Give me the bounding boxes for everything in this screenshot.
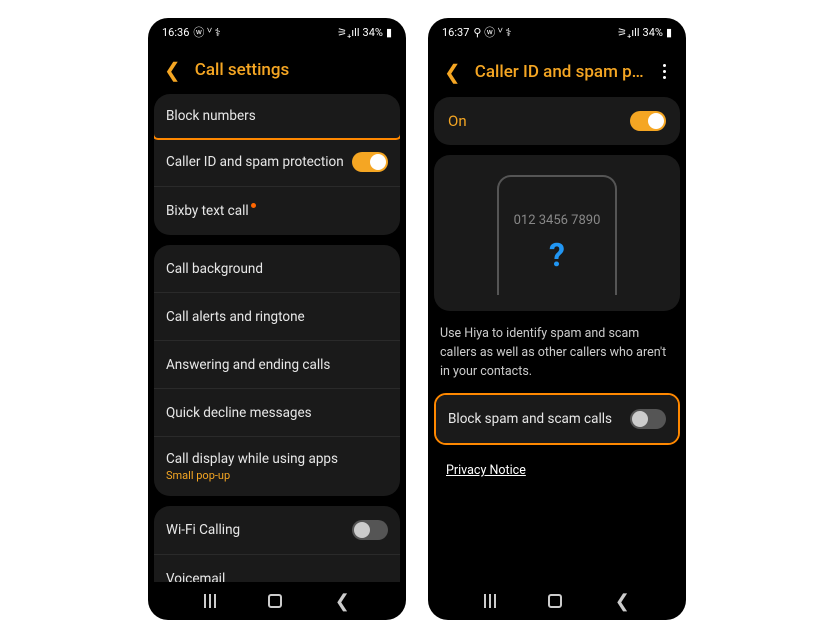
page-title: Caller ID and spam pro… [475,62,645,82]
phone-right: 16:37 ⚲ ⓦ ⱽ ⚕ ⚞₊ıll 34% ▮ ❮ Caller ID an… [428,18,686,620]
privacy-notice-link[interactable]: Privacy Notice [434,455,538,486]
row-voicemail[interactable]: Voicemail [154,555,400,582]
new-badge-icon [251,203,256,208]
nav-back-button[interactable]: ❮ [615,591,630,612]
info-description: Use Hiya to identify spam and scam calle… [434,325,680,393]
title-bar: ❮ Caller ID and spam pro… [428,46,686,97]
label-call-display-sub: Small pop-up [166,469,338,482]
back-icon[interactable]: ❮ [164,60,181,80]
section-2: Call background Call alerts and ringtone… [154,245,400,496]
nav-recent-button[interactable] [204,594,216,608]
highlight-block-spam: Block spam and scam calls [434,393,680,445]
toggle-wifi-calling[interactable] [352,520,388,540]
status-battery: 34% [643,26,663,39]
illustration-number: 012 3456 7890 [514,213,601,228]
label-wifi-calling: Wi-Fi Calling [166,522,240,538]
content-scroll[interactable]: Block numbers Caller ID and spam protect… [148,94,406,582]
row-call-display[interactable]: Call display while using apps Small pop-… [154,437,400,496]
content-scroll[interactable]: On 012 3456 7890 ? Use Hiya to identify … [428,97,686,582]
toggle-caller-id[interactable] [352,152,388,172]
section-1: Block numbers Caller ID and spam protect… [154,94,400,235]
status-battery: 34% [363,26,383,39]
phone-illustration-icon: 012 3456 7890 ? [497,175,617,295]
label-call-display: Call display while using apps [166,451,338,467]
row-wifi-calling[interactable]: Wi-Fi Calling [154,506,400,555]
status-bar: 16:37 ⚲ ⓦ ⱽ ⚕ ⚞₊ıll 34% ▮ [428,18,686,46]
nav-bar: ❮ [428,582,686,620]
status-app-icons: ⚲ ⓦ ⱽ ⚕ [473,24,511,40]
nav-home-button[interactable] [548,594,562,608]
row-master-toggle[interactable]: On [434,97,680,145]
title-bar: ❮ Call settings [148,46,406,94]
toggle-block-spam[interactable] [630,409,666,429]
nav-recent-button[interactable] [484,594,496,608]
row-caller-id[interactable]: Caller ID and spam protection [154,138,400,187]
row-bixby[interactable]: Bixby text call [154,187,400,235]
question-mark-icon: ? [549,236,565,274]
info-card: 012 3456 7890 ? [434,155,680,311]
row-answering[interactable]: Answering and ending calls [154,341,400,389]
status-time: 16:36 [162,26,189,39]
row-block-numbers[interactable]: Block numbers [154,94,400,140]
label-voicemail: Voicemail [166,571,225,582]
row-call-alerts[interactable]: Call alerts and ringtone [154,293,400,341]
label-block-spam: Block spam and scam calls [448,411,612,427]
phone-left: 16:36 ⓦ ⱽ ⚕ ⚞₊ıll 34% ▮ ❮ Call settings … [148,18,406,620]
section-3: Wi-Fi Calling Voicemail [154,506,400,582]
page-title: Call settings [195,60,390,80]
nav-home-button[interactable] [268,594,282,608]
row-decline[interactable]: Quick decline messages [154,389,400,437]
battery-icon: ▮ [666,26,672,39]
label-decline: Quick decline messages [166,405,312,421]
toggle-master[interactable] [630,111,666,131]
label-call-alerts: Call alerts and ringtone [166,309,305,325]
battery-icon: ▮ [386,26,392,39]
status-app-icons: ⓦ ⱽ ⚕ [193,24,220,40]
status-time: 16:37 [442,26,469,39]
nav-bar: ❮ [148,582,406,620]
label-bixby: Bixby text call [166,203,249,219]
nav-back-button[interactable]: ❮ [335,591,350,612]
label-block-numbers: Block numbers [166,108,256,124]
status-signal-icons: ⚞₊ıll [337,26,359,39]
status-bar: 16:36 ⓦ ⱽ ⚕ ⚞₊ıll 34% ▮ [148,18,406,46]
label-on: On [448,112,467,130]
label-caller-id: Caller ID and spam protection [166,154,344,170]
label-answering: Answering and ending calls [166,357,330,373]
label-call-background: Call background [166,261,263,277]
back-icon[interactable]: ❮ [444,62,461,82]
row-block-spam[interactable]: Block spam and scam calls [436,395,678,443]
row-call-background[interactable]: Call background [154,245,400,293]
more-menu-icon[interactable] [659,60,670,83]
status-signal-icons: ⚞₊ıll [617,26,639,39]
